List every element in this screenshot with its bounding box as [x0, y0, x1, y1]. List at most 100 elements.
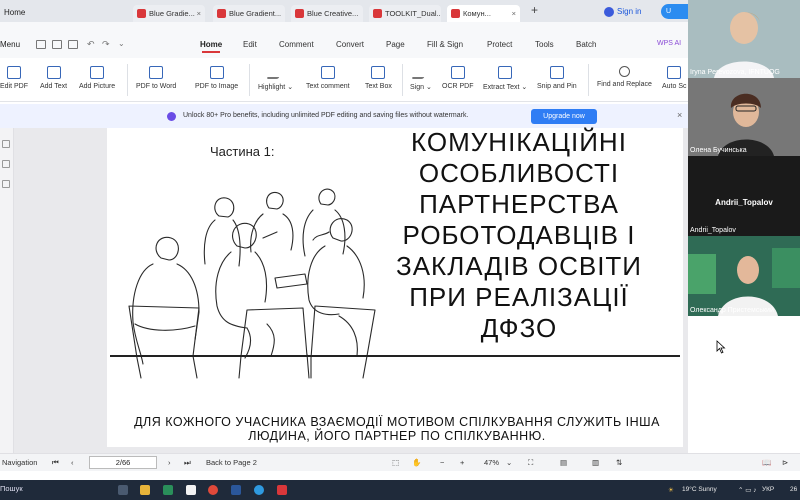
video-tile[interactable]: Andrii_Topalov Andrii_Topalov	[688, 156, 800, 236]
chevron-down-icon[interactable]: ⌄	[506, 458, 512, 467]
edge-icon[interactable]	[254, 485, 264, 495]
chrome-icon[interactable]	[208, 485, 218, 495]
zoom-in-icon[interactable]: +	[460, 458, 464, 467]
pdf-to-word-button[interactable]: PDF to Word	[136, 66, 176, 90]
find-replace-button[interactable]: Find and Replace	[597, 66, 652, 88]
select-tool-icon[interactable]: ⬚	[392, 458, 399, 467]
chevron-down-icon[interactable]: ⌄	[118, 39, 125, 48]
upgrade-now-button[interactable]: Upgrade now	[531, 109, 597, 124]
scroll-icon[interactable]: ⇅	[616, 458, 622, 467]
tool-label: Auto Sc	[662, 83, 687, 90]
video-tile[interactable]: Олександр Пристемський	[688, 236, 800, 316]
participant-name: Олександр Пристемський	[690, 307, 774, 314]
task-view-icon[interactable]	[118, 485, 128, 495]
video-tile[interactable]: Олена Бучинська	[688, 78, 800, 156]
tab-edit[interactable]: Edit	[243, 40, 257, 49]
zoom-level[interactable]: 47%	[484, 458, 499, 467]
sign-button[interactable]: Sign ⌄	[410, 66, 432, 91]
tab-convert[interactable]: Convert	[336, 40, 364, 49]
file-tab[interactable]: TOOLKIT_Dual...	[369, 5, 441, 22]
tab-tools[interactable]: Tools	[535, 40, 554, 49]
fit-page-icon[interactable]: ⛶	[528, 458, 533, 468]
close-icon[interactable]: ×	[512, 5, 516, 22]
store-icon[interactable]	[186, 485, 196, 495]
pdf-icon	[217, 9, 226, 18]
file-tab[interactable]: Blue Creative...	[291, 5, 363, 22]
tab-home[interactable]: Home	[200, 40, 222, 53]
taskbar-search[interactable]: Пошук	[0, 484, 23, 493]
file-tab-active[interactable]: Комун... ×	[447, 5, 520, 22]
file-tab[interactable]: Blue Gradie... ×	[133, 5, 205, 22]
book-view-icon[interactable]: 📖	[762, 458, 771, 467]
back-to-page-link[interactable]: Back to Page 2	[206, 458, 257, 467]
tab-batch[interactable]: Batch	[576, 40, 596, 49]
hand-tool-icon[interactable]: ✋	[412, 458, 421, 467]
add-picture-icon	[90, 66, 105, 79]
highlight-button[interactable]: Highlight ⌄	[258, 66, 293, 91]
title-line: ДФЗО	[480, 313, 558, 343]
prev-page-icon[interactable]: ‹	[71, 458, 74, 467]
next-page-icon[interactable]: ›	[168, 458, 171, 467]
last-page-icon[interactable]: ⏭	[184, 458, 191, 468]
redo-icon[interactable]: ↷	[102, 39, 110, 50]
app-icon[interactable]	[163, 485, 173, 495]
wps-pdf-icon[interactable]	[277, 485, 287, 495]
close-icon[interactable]: ×	[677, 110, 682, 120]
new-tab-button[interactable]: +	[531, 3, 538, 17]
thumbnails-icon[interactable]	[2, 140, 10, 148]
next-icon[interactable]: ⊳	[782, 458, 788, 467]
bookmark-icon[interactable]	[2, 160, 10, 168]
tab-comment[interactable]: Comment	[279, 40, 314, 49]
weather-icon[interactable]: ☀	[668, 486, 674, 494]
file-tab[interactable]: Blue Gradient...	[213, 5, 285, 22]
sign-in-label: Sign in	[617, 7, 642, 16]
pdf-to-image-button[interactable]: PDF to Image	[195, 66, 238, 90]
part-label: Частина 1:	[210, 144, 275, 159]
weather-text[interactable]: 19°C Sunny	[682, 486, 717, 493]
add-text-button[interactable]: Add Text	[40, 66, 67, 90]
print-icon[interactable]	[68, 40, 78, 49]
upgrade-button[interactable]: U	[661, 4, 688, 19]
home-tab[interactable]: Home	[0, 4, 50, 22]
page-number-input[interactable]: 2/66	[89, 456, 157, 469]
tab-protect[interactable]: Protect	[487, 40, 512, 49]
clock[interactable]: 26	[790, 486, 797, 493]
first-page-icon[interactable]: ⏮	[52, 458, 59, 468]
add-picture-button[interactable]: Add Picture	[79, 66, 115, 90]
banner-text: Unlock 80+ Pro benefits, including unlim…	[183, 112, 469, 119]
edit-pdf-button[interactable]: Edit PDF	[0, 66, 28, 90]
zoom-out-icon[interactable]: −	[440, 458, 444, 467]
text-comment-button[interactable]: Text comment	[306, 66, 350, 90]
save-icon[interactable]	[52, 40, 62, 49]
open-icon[interactable]	[36, 40, 46, 49]
tab-page[interactable]: Page	[386, 40, 405, 49]
text-box-button[interactable]: Text Box	[365, 66, 392, 90]
wps-ai-button[interactable]: WPS AI	[657, 40, 681, 47]
view-mode-icon[interactable]: ▤	[560, 458, 567, 467]
tool-label: PDF to Image	[195, 83, 239, 90]
divider	[402, 64, 403, 96]
file-explorer-icon[interactable]	[140, 485, 150, 495]
menu-bar: Menu ↶ ↷ ⌄ Home Edit Comment Convert Pag…	[0, 22, 688, 58]
tool-label: Text Box	[365, 83, 392, 90]
comment-icon[interactable]	[2, 180, 10, 188]
tray-icon[interactable]: ⌃ ▭ ♪	[738, 486, 756, 494]
navigation-button[interactable]: Navigation	[2, 458, 37, 467]
status-bar: Navigation ⏮ ‹ 2/66 › ⏭ Back to Page 2 ⬚…	[0, 453, 800, 471]
title-line: ПРИ РЕАЛІЗАЦІЇ	[409, 282, 629, 312]
user-icon	[604, 6, 614, 17]
edit-pdf-icon	[7, 66, 21, 79]
snip-and-pin-button[interactable]: Snip and Pin	[537, 66, 577, 90]
tab-fill-sign[interactable]: Fill & Sign	[427, 40, 463, 49]
auto-scroll-button[interactable]: Auto Sc	[662, 66, 687, 90]
language-indicator[interactable]: УКР	[762, 486, 774, 493]
close-icon[interactable]: ×	[197, 5, 201, 22]
video-tile[interactable]: Iryna Perevozova, IFNTUOG	[688, 0, 800, 78]
word-icon[interactable]	[231, 485, 241, 495]
two-page-icon[interactable]: ▥	[592, 458, 599, 467]
sign-in-button[interactable]: Sign in	[604, 5, 641, 19]
extract-text-button[interactable]: Extract Text ⌄	[483, 66, 527, 91]
ocr-pdf-button[interactable]: OCR PDF	[442, 66, 474, 90]
menu-button[interactable]: Menu	[0, 40, 20, 49]
undo-icon[interactable]: ↶	[87, 39, 95, 50]
